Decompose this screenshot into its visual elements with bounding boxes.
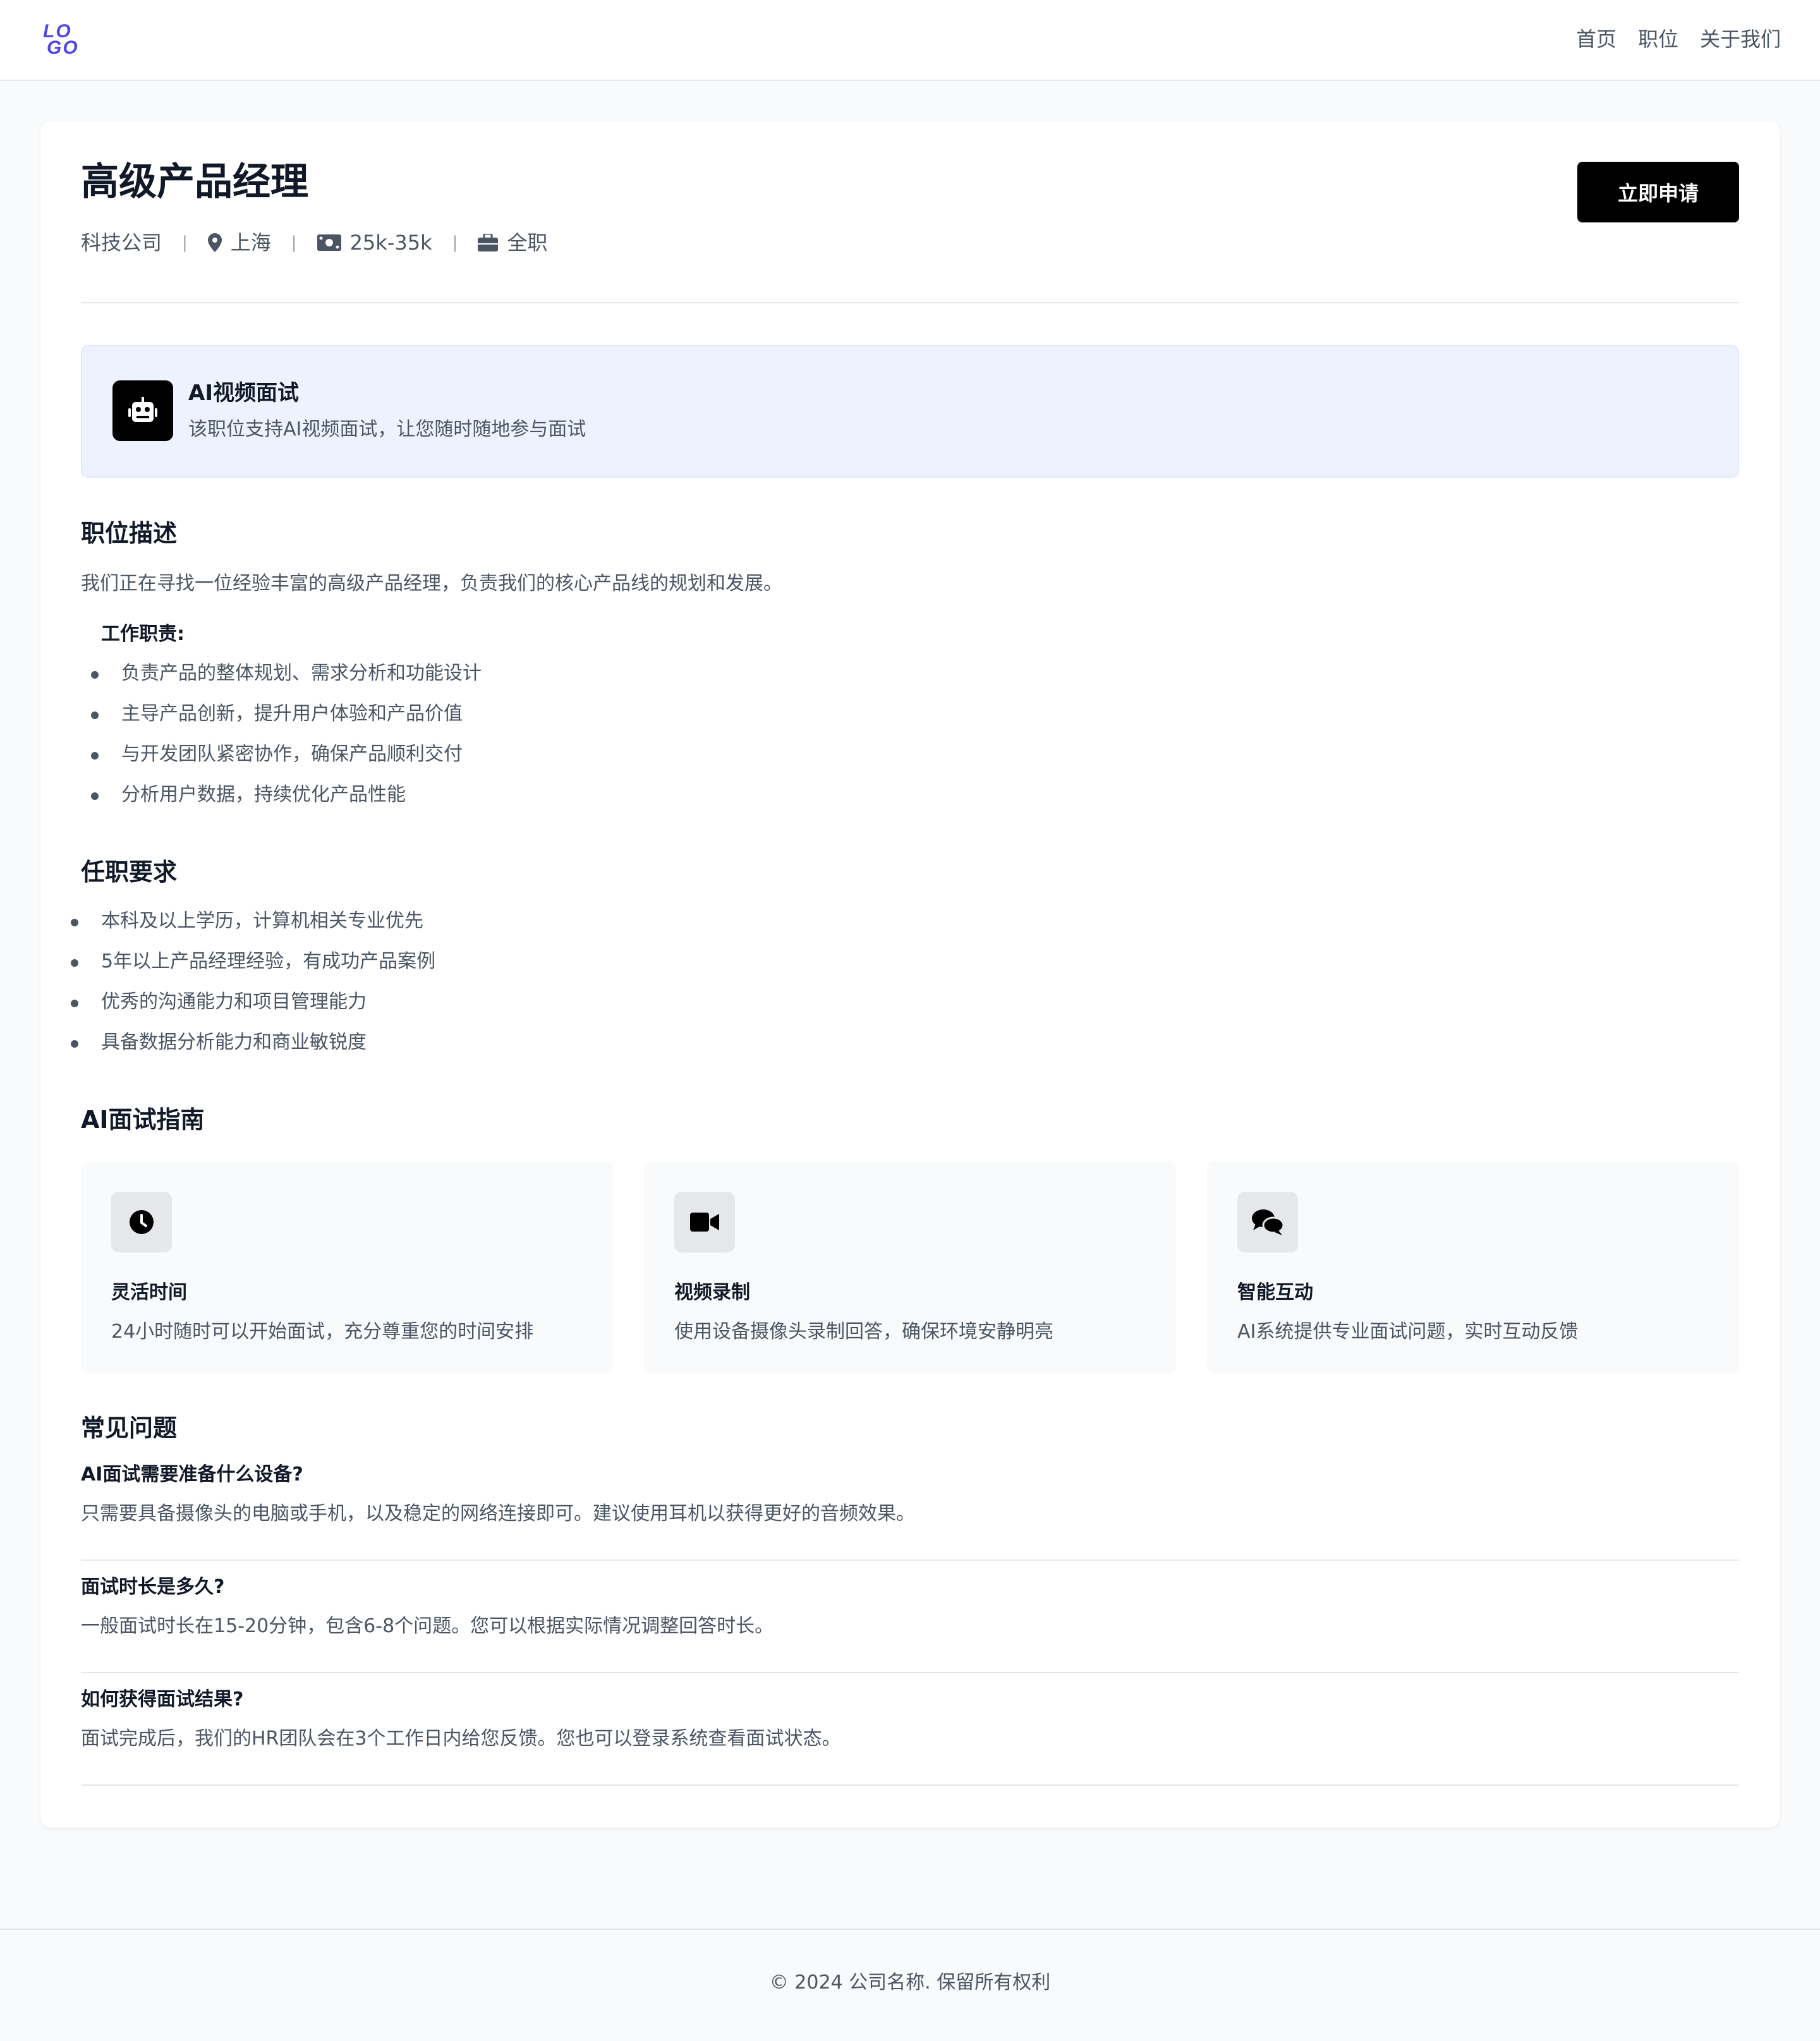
guide-card-description: AI系统提供专业面试问题，实时互动反馈 (1237, 1321, 1579, 1343)
faq-heading: 常见问题 (81, 1414, 178, 1442)
list-item: 本科及以上学历，计算机相关专业优先 (70, 907, 435, 948)
guide-heading: AI面试指南 (81, 1106, 205, 1134)
guide-card-video-recording: 视频录制 使用设备摄像头录制回答，确保环境安静明亮 (644, 1161, 1176, 1374)
faq-question: AI面试需要准备什么设备? (81, 1463, 303, 1486)
clock-icon (111, 1192, 172, 1252)
meta-divider: | (452, 233, 458, 252)
nav-about-link[interactable]: 关于我们 (1700, 24, 1781, 54)
guide-card-title: 智能互动 (1237, 1281, 1313, 1304)
list-item: 具备数据分析能力和商业敏锐度 (70, 1029, 435, 1069)
location-text: 上海 (230, 231, 271, 255)
nav-home-link[interactable]: 首页 (1576, 24, 1617, 54)
meta-divider: | (182, 233, 188, 252)
guide-card-description: 使用设备摄像头录制回答，确保环境安静明亮 (674, 1321, 1053, 1343)
briefcase-icon (478, 234, 499, 251)
location-item: 上海 (207, 227, 271, 258)
duties-label: 工作职责: (101, 623, 185, 645)
guide-card-title: 灵活时间 (111, 1281, 187, 1304)
chat-bubbles-icon (1237, 1192, 1298, 1252)
guide-card-description: 24小时随时可以开始面试，充分尊重您的时间安排 (111, 1321, 534, 1343)
faq-question: 面试时长是多久? (81, 1576, 225, 1598)
duties-list: 负责产品的整体规划、需求分析和功能设计 主导产品创新，提升用户体验和产品价值 与… (91, 660, 482, 821)
video-camera-icon (674, 1192, 735, 1252)
faq-answer: 面试完成后，我们的HR团队会在3个工作日内给您反馈。您也可以登录系统查看面试状态… (81, 1728, 841, 1750)
logo-text-bottom: GO (47, 37, 79, 58)
salary-item: 25k-35k (317, 227, 432, 258)
job-title: 高级产品经理 (81, 160, 308, 204)
nav-links: 首页 职位 关于我们 (1576, 24, 1781, 54)
ai-interview-banner: AI视频面试 该职位支持AI视频面试，让您随时随地参与面试 (81, 345, 1739, 478)
list-item: 分析用户数据，持续优化产品性能 (91, 781, 482, 821)
faq-answer: 一般面试时长在15-20分钟，包含6-8个问题。您可以根据实际情况调整回答时长。 (81, 1615, 774, 1637)
apply-now-button[interactable]: 立即申请 (1577, 162, 1739, 222)
description-intro: 我们正在寻找一位经验丰富的高级产品经理，负责我们的核心产品线的规划和发展。 (81, 572, 782, 595)
faq-divider (81, 1784, 1739, 1786)
guide-card-smart-interaction: 智能互动 AI系统提供专业面试问题，实时互动反馈 (1207, 1161, 1739, 1374)
requirements-list: 本科及以上学历，计算机相关专业优先 5年以上产品经理经验，有成功产品案例 优秀的… (70, 907, 435, 1069)
job-type-text: 全职 (507, 231, 548, 255)
faq-divider (81, 1672, 1739, 1673)
meta-divider: | (291, 233, 297, 252)
company-name: 科技公司 (81, 231, 162, 255)
map-pin-icon (207, 233, 222, 252)
list-item: 主导产品创新，提升用户体验和产品价值 (91, 700, 482, 741)
header-divider (81, 302, 1739, 303)
faq-answer: 只需要具备摄像头的电脑或手机，以及稳定的网络连接即可。建议使用耳机以获得更好的音… (81, 1503, 915, 1525)
list-item: 5年以上产品经理经验，有成功产品案例 (70, 948, 435, 988)
salary-text: 25k-35k (349, 231, 432, 255)
guide-card-title: 视频录制 (674, 1281, 750, 1304)
list-item: 负责产品的整体规划、需求分析和功能设计 (91, 660, 482, 700)
requirements-heading: 任职要求 (81, 858, 178, 886)
description-heading: 职位描述 (81, 519, 178, 547)
faq-divider (81, 1560, 1739, 1561)
money-icon (317, 234, 341, 251)
list-item: 与开发团队紧密协作，确保产品顺利交付 (91, 741, 482, 781)
robot-icon (112, 380, 173, 441)
faq-question: 如何获得面试结果? (81, 1688, 244, 1711)
footer: © 2024 公司名称. 保留所有权利 (0, 1929, 1820, 2041)
job-meta: 科技公司 | 上海 | 25k-35k | 全职 (81, 227, 547, 258)
job-detail-card: 高级产品经理 科技公司 | 上海 | 25k-35k | 全职 立即申请 AI视… (40, 121, 1780, 1827)
ai-banner-title: AI视频面试 (188, 380, 299, 406)
list-item: 优秀的沟通能力和项目管理能力 (70, 988, 435, 1029)
nav-jobs-link[interactable]: 职位 (1638, 24, 1678, 54)
job-type-item: 全职 (478, 227, 547, 258)
copyright-text: © 2024 公司名称. 保留所有权利 (769, 1971, 1051, 1994)
ai-banner-description: 该职位支持AI视频面试，让您随时随地参与面试 (188, 418, 586, 440)
top-navbar: LO GO 首页 职位 关于我们 (0, 0, 1820, 81)
guide-card-flexible-time: 灵活时间 24小时随时可以开始面试，充分尊重您的时间安排 (81, 1161, 613, 1374)
logo[interactable]: LO GO (43, 22, 81, 58)
